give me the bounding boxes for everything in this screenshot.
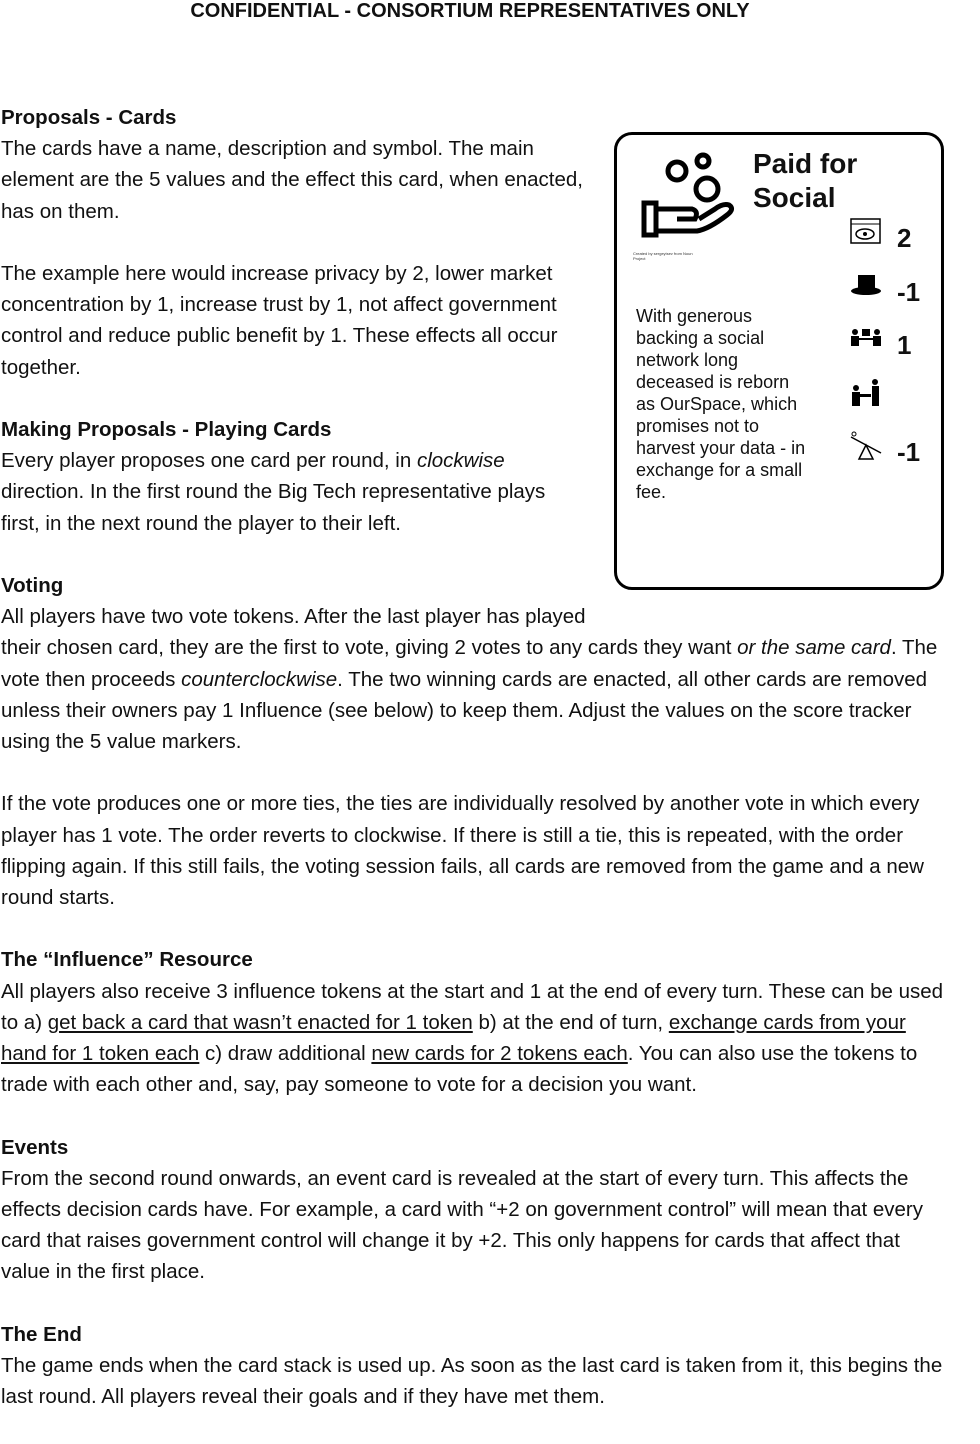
text: c) draw additional [199, 1042, 372, 1066]
eye-window-icon [850, 218, 881, 244]
value-government [849, 378, 939, 432]
paragraph: From the second round onwards, an event … [1, 1166, 923, 1284]
card-float: Paid for Social Created by sergeyisev fr… [588, 102, 946, 618]
card-values: 2 -1 1 -1 [849, 217, 939, 485]
official-desk-icon [852, 378, 879, 406]
value-privacy: 2 [849, 217, 939, 271]
paragraph: The game ends when the card stack is use… [1, 1354, 943, 1409]
value-public-benefit: -1 [849, 431, 939, 485]
example-card: Paid for Social Created by sergeyisev fr… [614, 132, 944, 590]
document-body: Paid for Social Created by sergeyisev fr… [1, 102, 946, 1444]
paragraph: All players also receive 3 influence tok… [1, 976, 946, 1101]
value-number: -1 [897, 437, 921, 467]
paragraph: All players have two vote tokens. After … [1, 601, 946, 757]
value-trust: 1 [849, 324, 939, 378]
section-heading: The “Influence” Resource [1, 948, 253, 972]
value-market: -1 [849, 271, 939, 325]
card-description: With generous backing a social network l… [636, 306, 806, 502]
top-hat-icon [851, 274, 881, 295]
emphasis: clockwise [416, 449, 505, 473]
text: direction. In the first round the Big Te… [1, 480, 546, 535]
text: Every player proposes one card per round… [1, 449, 417, 473]
value-number: -1 [897, 276, 921, 307]
value-number: 1 [897, 330, 912, 360]
paragraph: If the vote produces one or more ties, t… [1, 792, 924, 910]
underlined-text: new cards for 2 tokens each [371, 1042, 628, 1066]
confidential-header: CONFIDENTIAL - CONSORTIUM REPRESENTATIVE… [190, 0, 750, 22]
emphasis: counterclockwise [181, 667, 338, 691]
value-number: 2 [897, 223, 912, 253]
emphasis: or the same card [737, 636, 891, 660]
underlined-text: get back a card that wasn’t enacted for … [47, 1010, 473, 1034]
seesaw-icon [850, 431, 882, 460]
text: b) at the end of turn, [472, 1010, 669, 1034]
hand-coins-icon [641, 152, 735, 238]
icon-credit: Created by sergeyisev from Noun Project [633, 251, 693, 261]
section-heading: The End [1, 1322, 82, 1346]
section-heading: Events [1, 1135, 69, 1159]
people-lock-icon [851, 329, 881, 346]
card-title: Paid for Social [753, 148, 858, 213]
